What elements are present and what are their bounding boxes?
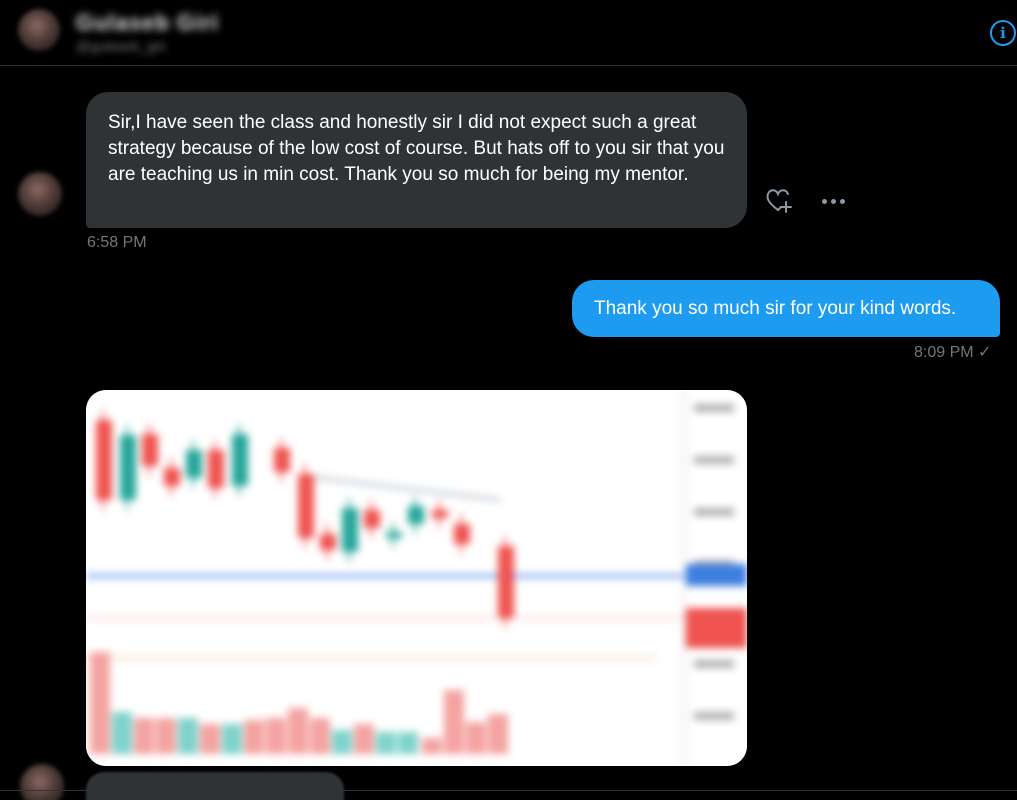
message-timestamp: 6:58 PM [87,234,147,251]
candle-body [142,434,158,466]
candlestick-chart-image [86,390,747,766]
candle-body [96,420,112,500]
candle-body [120,435,136,500]
volume-bar [112,712,132,754]
contact-name[interactable]: Gulaseb Giri [76,10,219,36]
volume-bar [376,732,396,754]
candle-body [186,450,202,478]
heart-plus-icon[interactable] [764,186,794,216]
dm-conversation: Gulaseb Giri @gulaseb_giri i Sir,I have … [0,0,1017,800]
volume-bar [266,718,286,754]
candle-body [432,510,448,518]
candle-body [298,474,314,538]
more-horizontal-icon[interactable] [818,186,848,216]
candle-body [164,468,180,486]
candle-body [232,434,248,486]
message-bubble-incoming[interactable]: Sir,I have seen the class and honestly s… [86,92,747,228]
candle-body [364,510,380,528]
candle-body [454,524,470,544]
contact-avatar[interactable] [18,9,60,51]
volume-bar [222,724,242,754]
sender-avatar[interactable] [18,172,62,216]
volume-bar [398,732,418,754]
read-check-icon: ✓ [978,344,992,361]
message-bubble-outgoing[interactable]: Thank you so much sir for your kind word… [572,280,1000,337]
volume-bar [178,718,198,754]
volume-bar [466,722,486,754]
message-bubble-incoming[interactable] [86,772,344,800]
volume-bar [310,718,330,754]
sender-avatar[interactable] [20,764,64,800]
message-timestamp: 8:09 PM ✓ [914,342,991,362]
contact-handle: @gulaseb_giri [76,38,166,54]
image-attachment[interactable] [86,390,747,766]
candle-body [208,450,224,488]
volume-bar [90,652,110,754]
candle-body [274,448,290,472]
message-time: 8:09 PM [914,344,974,361]
candle-body [342,508,358,552]
volume-bar [134,718,154,754]
volume-bar [354,724,374,754]
candle-body [386,532,402,538]
volume-bar [422,738,442,754]
divider [0,790,1017,791]
info-icon[interactable]: i [990,20,1016,46]
candle-body [320,534,336,550]
volume-bar [244,720,264,754]
candle-body [408,506,424,524]
volume-bar [332,730,352,754]
candle-body [498,546,514,618]
volume-bar [444,690,464,754]
volume-bar [288,708,308,754]
volume-bar [488,714,508,754]
volume-bar [200,724,220,754]
conversation-header: Gulaseb Giri @gulaseb_giri i [0,0,1017,66]
volume-bar [156,718,176,754]
